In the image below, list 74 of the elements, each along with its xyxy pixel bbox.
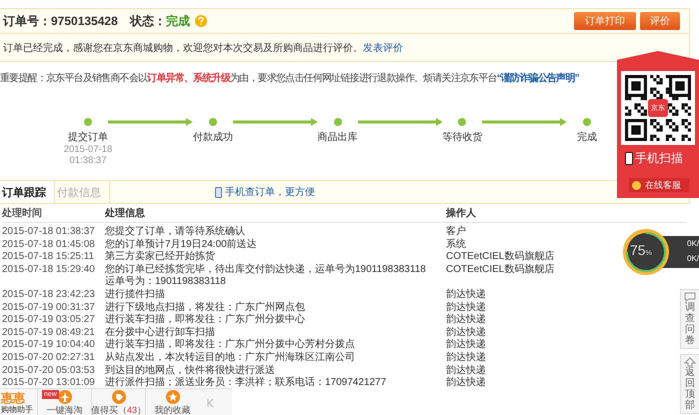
step-label: 等待收货 bbox=[442, 130, 482, 144]
help-icon[interactable] bbox=[194, 15, 207, 27]
table-cell-text: 2015-07-19 03:05:27 bbox=[2, 314, 96, 327]
table-cell-text: 进行装车扫描，即将发往：广东广州分拨中心 bbox=[105, 314, 306, 326]
table-cell-text: 2015-07-19 00:31:37 bbox=[2, 302, 96, 314]
table-cell-text: 韵达快递 bbox=[446, 352, 486, 364]
side-tab[interactable]: 调查问卷 bbox=[680, 289, 699, 349]
table-cell: 韵达快递 bbox=[446, 377, 486, 390]
collapse-icon[interactable] bbox=[207, 398, 215, 408]
table-cell-text: 客户 bbox=[446, 226, 466, 238]
reminder-text: 重要提醒：京东平台及销售商不会以订单异常、系统升级为由，要求您点击任何网址链接进行退款操作。烦请关注京东平台 bbox=[0, 73, 497, 84]
table-cell-text: 韵达快递 bbox=[446, 326, 486, 338]
status-label: 状态： bbox=[130, 12, 166, 30]
table-cell-text: 2015-07-19 10:04:40 bbox=[2, 339, 96, 352]
notice-text: 订单已经完成，感谢您在京东商城购物，欢迎您对本次交易及所购商品进行评价。 bbox=[3, 42, 363, 54]
table-cell: COTEetCIEL数码旗舰店 bbox=[446, 264, 554, 276]
scan-caption: 手机扫描 bbox=[635, 150, 683, 167]
table-cell-text: 韵达快递 bbox=[446, 288, 486, 302]
table-cell-text: 进行派件扫描；派送业务员：李洪祥；联系电话：17097421277 bbox=[105, 377, 388, 390]
order-number: 订单号：9750135428 bbox=[3, 12, 118, 30]
table-cell-text: 您提交了订单，请等待系统确认 bbox=[105, 226, 246, 238]
step-time: 01:38:37 bbox=[70, 155, 106, 166]
table-cell-text: 从站点发出，本次转运目的地：广东广州海珠区江南公司 bbox=[105, 352, 356, 364]
column-header: 操作人 bbox=[446, 206, 476, 221]
table-cell-text: 进行下级地点扫描，将发往：广东广州网点包 bbox=[105, 302, 306, 314]
table-cell-text: 韵达快递 bbox=[446, 339, 486, 352]
table-cell-text: 您的订单已经拣货完毕，待出库交付韵达快递，运单号为1901198383118 bbox=[105, 264, 427, 276]
up-arrow-icon bbox=[684, 357, 696, 367]
review-link[interactable]: 发表评价 bbox=[363, 40, 403, 54]
phone-icon bbox=[625, 152, 633, 165]
table-cell-text: 到达目的地网点，快件将很快进行派送 bbox=[105, 364, 276, 376]
toolbar-button[interactable]: 我的收藏 bbox=[145, 389, 199, 415]
table-cell-text: 第三方卖家已经开始拣货 bbox=[105, 251, 216, 264]
toolbar-logo: 惠惠 bbox=[1, 392, 25, 404]
step-label: 商品出库 bbox=[318, 130, 358, 144]
table-cell-text: 2015-07-20 13:01:09 bbox=[2, 377, 96, 390]
gauge-icon bbox=[622, 228, 670, 276]
table-cell-text: 进行揽件扫描 bbox=[105, 288, 166, 302]
mobile-order-link[interactable]: 手机查订单，更方便 bbox=[225, 185, 315, 199]
table-cell-text: 2015-07-18 23:42:23 bbox=[2, 288, 96, 302]
order-status: 完成 bbox=[166, 12, 190, 30]
side-tab[interactable]: 返回顶部 bbox=[680, 354, 699, 414]
step-label: 完成 bbox=[577, 130, 597, 144]
table-cell-text: 2015-07-18 01:38:37 bbox=[2, 226, 96, 239]
table-cell-text: 2015-07-20 02:27:31 bbox=[2, 352, 96, 365]
table-cell-text: 运单号为：1901198383118 bbox=[105, 276, 227, 288]
notice-link[interactable]: “谨防诈骗公告声明” bbox=[496, 73, 579, 84]
chat-bubble-icon bbox=[684, 292, 696, 302]
table-cell-text: 韵达快递 bbox=[446, 302, 486, 314]
table-cell-text: 进行装车扫描，即将发往：广东广州分拨中心芳村分拨点 bbox=[105, 339, 356, 352]
step-label: 付款成功 bbox=[192, 130, 233, 144]
step-date: 2015-07-18 bbox=[64, 144, 112, 155]
download-rate: 0K/ bbox=[687, 254, 699, 263]
table-cell-text: COTEetCIEL数码旗舰店 bbox=[446, 251, 554, 264]
table-cell-text: 2015-07-18 15:25:11 bbox=[2, 251, 96, 264]
table-cell-text: 您的订单预计7月19日24:00前送达 bbox=[105, 238, 258, 250]
qr-code-icon bbox=[625, 75, 691, 141]
phone-icon bbox=[215, 186, 222, 198]
table-cell-text: 在分拨中心进行卸车扫描 bbox=[105, 326, 216, 338]
toolbar-button[interactable]: 值得买（43） bbox=[91, 389, 145, 415]
table-cell-text: 韵达快递 bbox=[446, 364, 486, 376]
table-cell-text: 韵达快递 bbox=[446, 314, 486, 326]
column-header: 处理时间 bbox=[2, 206, 43, 221]
table-cell-text: 2015-07-18 15:29:40 bbox=[2, 264, 96, 276]
tab[interactable]: 订单跟踪 bbox=[0, 181, 55, 203]
toolbar-logo-caption: 购物助手 bbox=[1, 404, 33, 414]
table-cell-text: 2015-07-18 01:45:08 bbox=[2, 238, 96, 252]
table-cell: 系统 bbox=[446, 238, 466, 252]
step-label: 提交订单 bbox=[68, 130, 108, 144]
table-cell-text: 2015-07-19 08:49:21 bbox=[2, 326, 96, 340]
table-cell-text: 2015-07-20 05:03:53 bbox=[2, 364, 96, 378]
online-service-button[interactable]: 在线客服 bbox=[629, 178, 689, 192]
upload-rate: 0K/ bbox=[687, 239, 699, 248]
column-header: 处理信息 bbox=[105, 206, 146, 221]
